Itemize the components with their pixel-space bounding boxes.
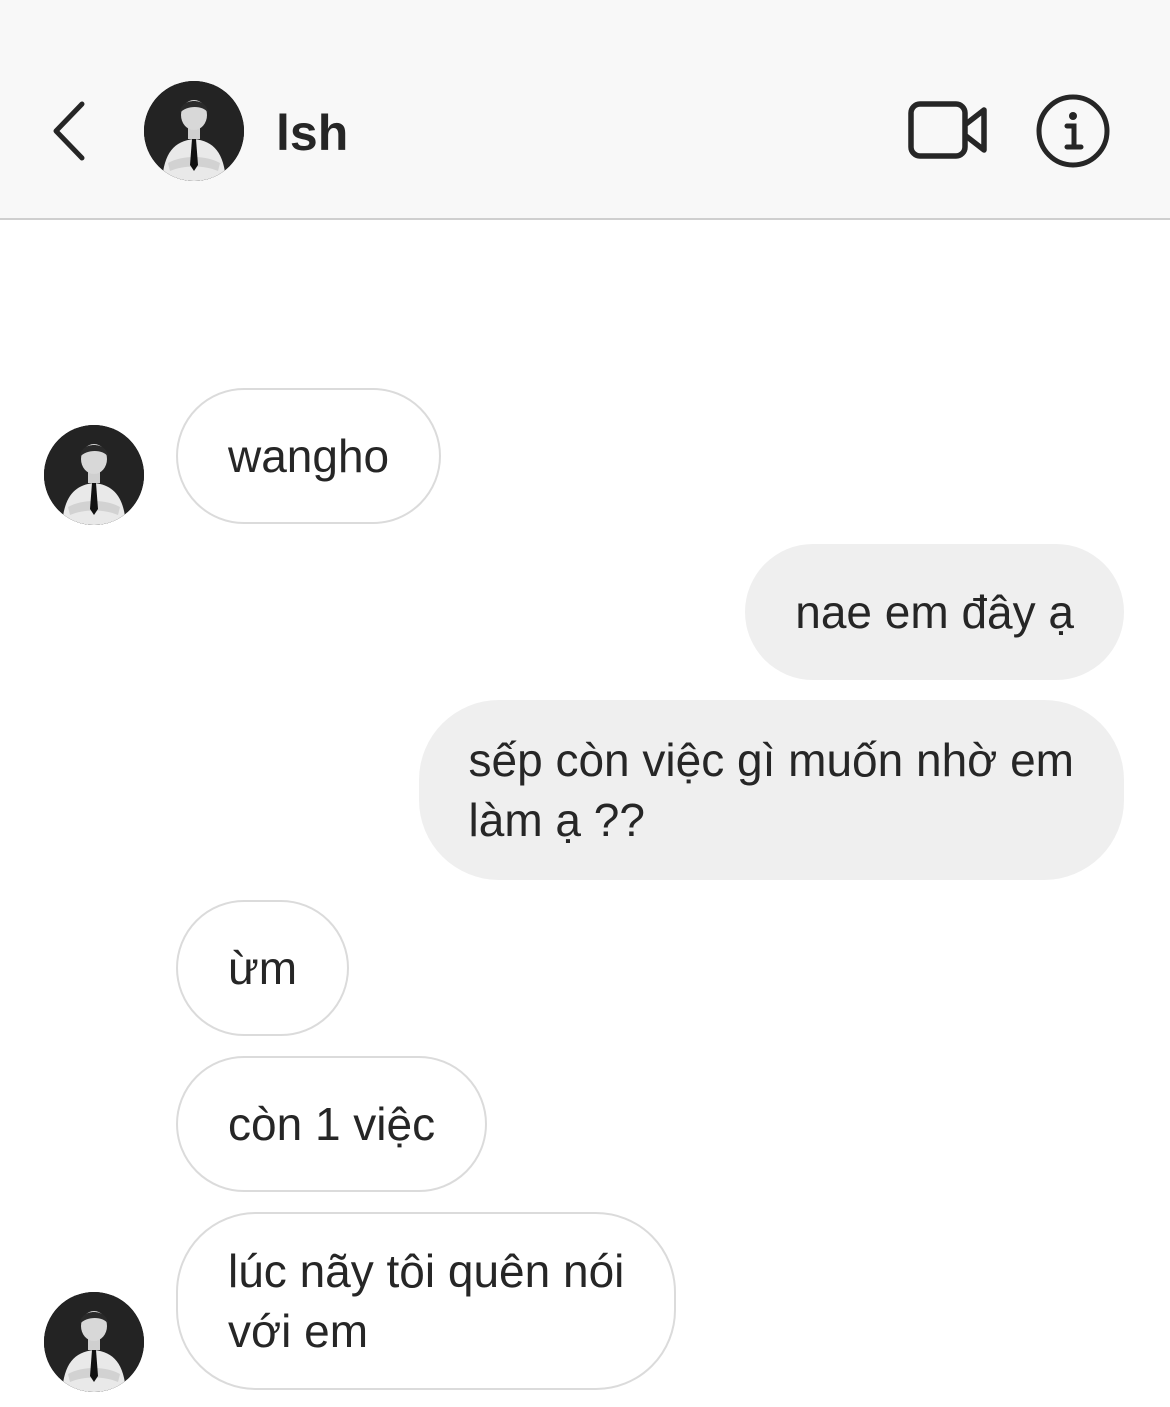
sender-avatar[interactable]: [44, 1292, 144, 1392]
contact-avatar[interactable]: [144, 81, 244, 181]
back-button[interactable]: [44, 96, 104, 166]
message-text: còn 1 việc: [228, 1098, 436, 1150]
chevron-left-icon: [53, 101, 85, 161]
sender-avatar[interactable]: [44, 425, 144, 525]
message-text: sếp còn việc gì muốn nhờ em: [468, 734, 1074, 786]
message-text: nae em đây ạ: [795, 586, 1074, 638]
info-button[interactable]: [1034, 92, 1112, 170]
message-text: làm ạ ??: [468, 794, 645, 846]
message-text: ừm: [228, 942, 298, 994]
info-icon: [1036, 94, 1110, 168]
message-bubble-outgoing[interactable]: sếp còn việc gì muốn nhờ em làm ạ ??: [418, 700, 1124, 880]
message-text: với em: [228, 1305, 369, 1357]
message-text: lúc nãy tôi quên nói: [228, 1245, 625, 1297]
message-text: wangho: [228, 430, 390, 482]
video-call-button[interactable]: [906, 96, 990, 164]
chat-header: lsh: [0, 0, 1170, 220]
video-camera-icon: [908, 101, 987, 159]
message-bubble-outgoing[interactable]: nae em đây ạ: [745, 544, 1124, 680]
message-bubble-incoming[interactable]: ừm: [176, 900, 350, 1036]
message-bubble-incoming[interactable]: lúc nãy tôi quên nói với em: [176, 1212, 677, 1390]
contact-name[interactable]: lsh: [276, 106, 348, 160]
message-bubble-incoming[interactable]: wangho: [176, 388, 442, 524]
message-bubble-incoming[interactable]: còn 1 việc: [176, 1056, 488, 1192]
